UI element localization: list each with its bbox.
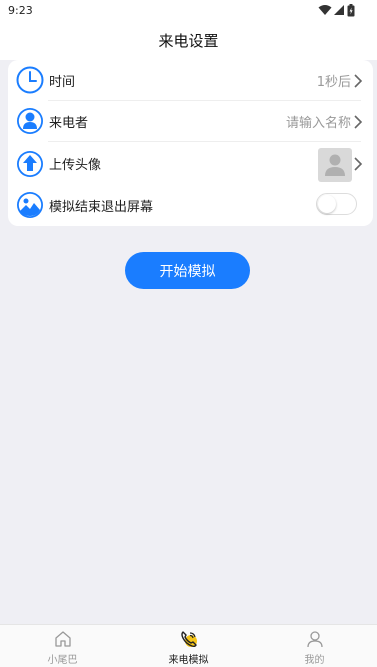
tab-home[interactable]: 小尾巴	[0, 625, 125, 667]
status-icons	[318, 3, 355, 17]
bottom-tab-bar: 小尾巴 来电模拟 我的	[0, 624, 377, 667]
signal-icon	[334, 5, 344, 15]
caller-name-input[interactable]: 请输入名称	[286, 112, 351, 131]
settings-card: 时间 1秒后 来电者 请输入名称 上传头像 模拟结束退出屏幕	[8, 60, 373, 226]
status-time: 9:23	[8, 4, 33, 17]
tab-call-simulation[interactable]: 来电模拟	[126, 625, 251, 667]
time-value: 1秒后	[316, 75, 351, 90]
start-simulation-button[interactable]: 开始模拟	[125, 252, 250, 289]
exit-screen-row: 模拟结束退出屏幕	[8, 185, 373, 226]
exit-screen-label: 模拟结束退出屏幕	[49, 200, 154, 215]
person-icon	[17, 108, 43, 134]
phone-call-icon	[180, 631, 197, 648]
chevron-right-icon	[354, 156, 363, 171]
image-icon	[17, 192, 43, 218]
user-icon	[306, 631, 323, 648]
tab-profile-label: 我的	[304, 655, 325, 666]
chevron-right-icon	[354, 73, 363, 88]
caller-row[interactable]: 来电者 请输入名称	[8, 101, 373, 142]
home-icon	[54, 631, 71, 647]
avatar-silhouette-icon	[325, 154, 345, 176]
wifi-icon	[318, 5, 332, 15]
avatar-placeholder[interactable]	[318, 148, 352, 182]
toggle-knob	[318, 195, 336, 213]
page-title: 来电设置	[158, 32, 219, 50]
clock-icon	[16, 66, 44, 94]
tab-call-simulation-label: 来电模拟	[168, 655, 209, 666]
status-bar: 9:23	[0, 0, 377, 22]
avatar-label: 上传头像	[49, 158, 102, 173]
battery-icon	[347, 3, 355, 16]
tab-profile[interactable]: 我的	[252, 625, 377, 667]
time-row[interactable]: 时间 1秒后	[8, 60, 373, 101]
chevron-right-icon	[354, 114, 363, 129]
time-label: 时间	[49, 75, 76, 90]
avatar-row[interactable]: 上传头像	[8, 142, 373, 185]
caller-label: 来电者	[49, 116, 89, 131]
upload-icon	[17, 151, 43, 177]
tab-home-label: 小尾巴	[47, 655, 78, 666]
exit-screen-toggle[interactable]	[316, 193, 357, 215]
